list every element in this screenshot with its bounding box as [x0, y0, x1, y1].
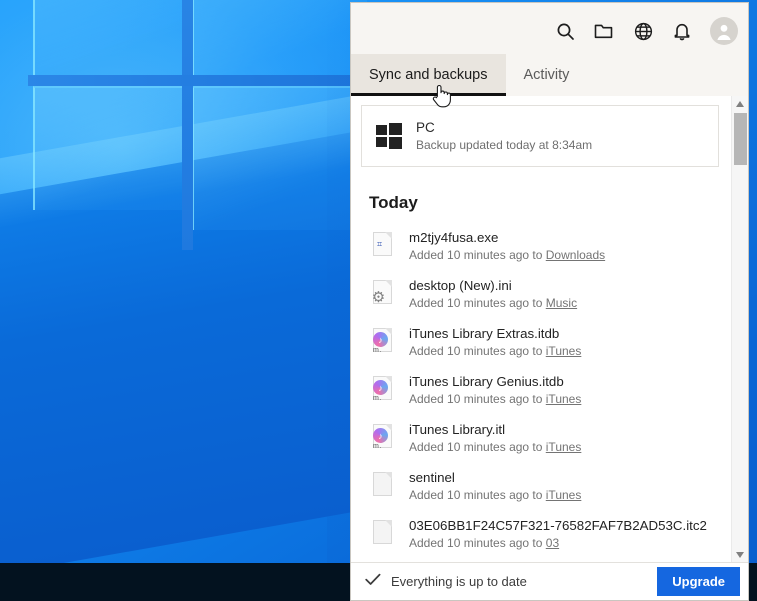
file-subtitle: Added 10 minutes ago to 03 [409, 535, 707, 552]
list-item[interactable]: sentinel Added 10 minutes ago to iTunes [369, 463, 717, 511]
device-status: Backup updated today at 8:34am [416, 137, 592, 153]
file-subtitle: Added 10 minutes ago to iTunes [409, 343, 581, 360]
toolbar-icon-group [554, 17, 738, 45]
file-name: iTunes Library.itl [409, 421, 581, 438]
file-added-text: Added 10 minutes ago to [409, 392, 546, 406]
checkmark-icon [365, 573, 381, 591]
file-location-link[interactable]: iTunes [546, 344, 582, 358]
status-text: Everything is up to date [391, 574, 527, 589]
list-item[interactable]: ♪m. iTunes Library Genius.itdb Added 10 … [369, 367, 717, 415]
windows-logo-icon [376, 123, 402, 149]
scroll-content: PC Backup updated today at 8:34am Today … [351, 96, 731, 562]
file-location-link[interactable]: Downloads [546, 248, 605, 262]
file-name: iTunes Library Extras.itdb [409, 325, 581, 342]
list-item[interactable]: ⌗ m2tjy4fusa.exe Added 10 minutes ago to… [369, 223, 717, 271]
generic-file-icon [369, 469, 395, 499]
file-added-text: Added 10 minutes ago to [409, 536, 546, 550]
vertical-scrollbar[interactable] [731, 96, 748, 562]
scroll-down-arrow-icon[interactable] [732, 547, 748, 562]
file-added-text: Added 10 minutes ago to [409, 488, 546, 502]
content-area: PC Backup updated today at 8:34am Today … [351, 96, 748, 562]
itunes-db-file-icon: ♪m. [369, 421, 395, 451]
file-subtitle: Added 10 minutes ago to iTunes [409, 391, 581, 408]
itunes-db-file-icon: ♪m. [369, 325, 395, 355]
list-item[interactable]: ♪m. iTunes Library Extras.itdb Added 10 … [369, 319, 717, 367]
section-heading-today: Today [369, 193, 731, 213]
ini-config-file-icon: ⚙ [369, 277, 395, 307]
file-name: 03E06BB1F24C57F321-76582FAF7B2AD53C.itc2 [409, 517, 707, 534]
tab-sync-and-backups[interactable]: Sync and backups [351, 54, 506, 96]
file-added-text: Added 10 minutes ago to [409, 344, 546, 358]
bell-icon[interactable] [671, 20, 693, 42]
file-name: sentinel [409, 469, 581, 486]
sync-app-window: Sync and backups Activity PC Backup upda… [350, 2, 749, 601]
list-item[interactable]: ♪m. iTunes Library.itl Added 10 minutes … [369, 415, 717, 463]
device-name: PC [416, 119, 592, 136]
tab-bar: Sync and backups Activity [351, 54, 748, 96]
file-name: desktop (New).ini [409, 277, 577, 294]
file-subtitle: Added 10 minutes ago to iTunes [409, 439, 581, 456]
file-subtitle: Added 10 minutes ago to iTunes [409, 487, 581, 504]
file-name: m2tjy4fusa.exe [409, 229, 605, 246]
file-subtitle: Added 10 minutes ago to Downloads [409, 247, 605, 264]
file-added-text: Added 10 minutes ago to [409, 248, 546, 262]
window-pane-bottom-left [33, 86, 186, 210]
folder-icon[interactable] [593, 20, 615, 42]
exe-file-icon: ⌗ [369, 229, 395, 259]
scrollbar-thumb[interactable] [734, 113, 747, 165]
generic-file-icon [369, 517, 395, 547]
tab-activity-label: Activity [524, 67, 570, 83]
file-location-link[interactable]: iTunes [546, 392, 582, 406]
tab-activity[interactable]: Activity [506, 54, 588, 96]
window-mullion-horizontal [28, 75, 378, 86]
file-location-link[interactable]: 03 [546, 536, 559, 550]
device-card-pc[interactable]: PC Backup updated today at 8:34am [361, 105, 719, 167]
app-footer: Everything is up to date Upgrade [351, 562, 748, 600]
file-location-link[interactable]: iTunes [546, 488, 582, 502]
status-group: Everything is up to date [365, 573, 527, 591]
list-item[interactable]: ⚙ desktop (New).ini Added 10 minutes ago… [369, 271, 717, 319]
app-header: Sync and backups Activity [351, 3, 748, 96]
file-subtitle: Added 10 minutes ago to Music [409, 295, 577, 312]
avatar-icon[interactable] [710, 17, 738, 45]
search-icon[interactable] [554, 20, 576, 42]
itunes-db-file-icon: ♪m. [369, 373, 395, 403]
file-list: ⌗ m2tjy4fusa.exe Added 10 minutes ago to… [351, 223, 731, 559]
window-mullion-vertical [182, 0, 193, 250]
file-name: iTunes Library Genius.itdb [409, 373, 581, 390]
globe-icon[interactable] [632, 20, 654, 42]
window-pane-top-left [33, 0, 186, 80]
scroll-up-arrow-icon[interactable] [732, 96, 748, 111]
file-added-text: Added 10 minutes ago to [409, 296, 546, 310]
file-added-text: Added 10 minutes ago to [409, 440, 546, 454]
file-location-link[interactable]: Music [546, 296, 577, 310]
file-location-link[interactable]: iTunes [546, 440, 582, 454]
upgrade-button[interactable]: Upgrade [657, 567, 740, 596]
list-item[interactable]: 03E06BB1F24C57F321-76582FAF7B2AD53C.itc2… [369, 511, 717, 559]
tab-sync-and-backups-label: Sync and backups [369, 67, 488, 83]
